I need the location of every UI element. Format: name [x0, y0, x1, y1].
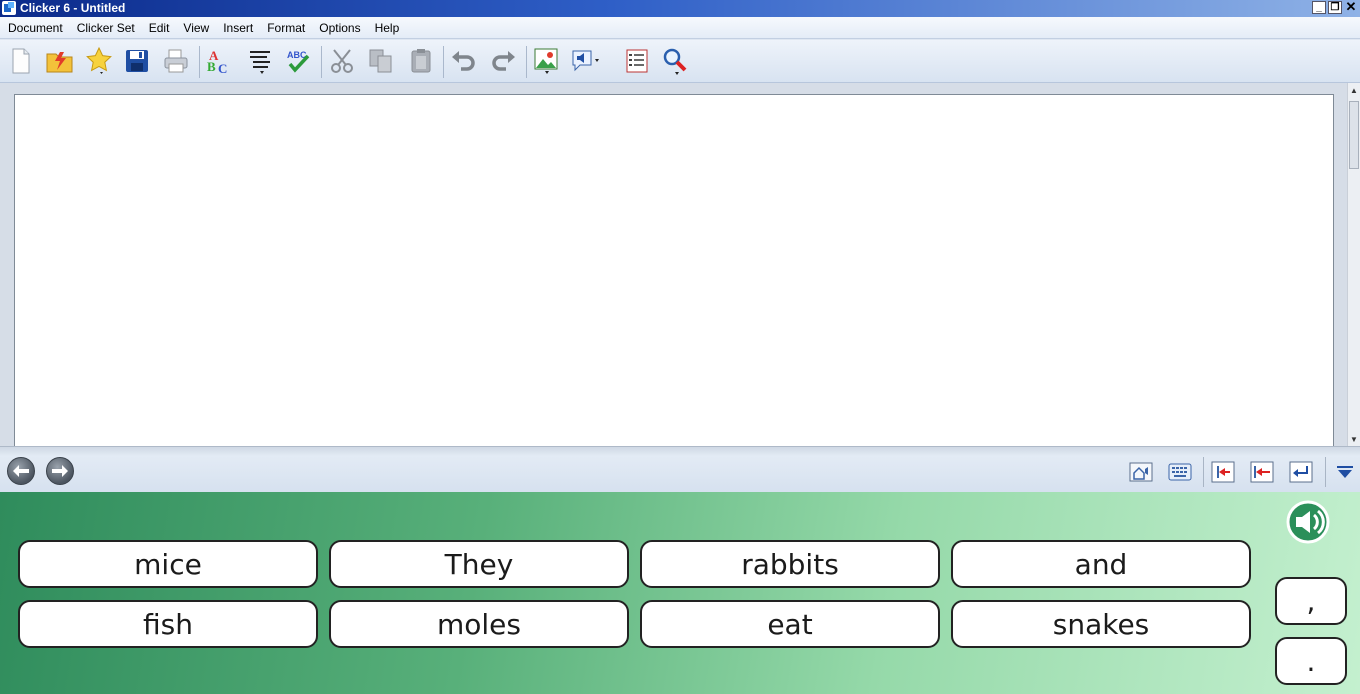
spelling-abc-icon[interactable]: ABC: [205, 46, 235, 76]
svg-text:C: C: [218, 61, 227, 75]
word-cell-they[interactable]: They: [329, 540, 629, 588]
punctuation-comma-cell[interactable]: ,: [1275, 577, 1347, 625]
new-document-icon[interactable]: [6, 46, 36, 76]
scroll-down-icon[interactable]: ▼: [1350, 435, 1358, 444]
word-cell-fish[interactable]: fish: [18, 600, 318, 648]
toolbar: ABC ABC: [0, 40, 1360, 83]
vertical-scrollbar[interactable]: ▲ ▼: [1347, 83, 1360, 446]
document-area: [0, 83, 1347, 449]
magnifier-icon[interactable]: [660, 46, 690, 76]
save-icon[interactable]: [122, 46, 152, 76]
menu-format[interactable]: Format: [267, 21, 305, 35]
menu-clicker-set[interactable]: Clicker Set: [77, 21, 135, 35]
svg-text:B: B: [207, 59, 216, 74]
menu-view[interactable]: View: [183, 21, 209, 35]
move-to-start-icon[interactable]: [1211, 461, 1235, 483]
speaker-icon[interactable]: [1285, 499, 1331, 545]
clicker-grid: [0, 492, 1360, 694]
scrollbar-thumb[interactable]: [1349, 101, 1359, 169]
new-line-icon[interactable]: [1289, 461, 1313, 483]
keyboard-icon[interactable]: [1168, 461, 1192, 483]
list-icon[interactable]: [622, 46, 652, 76]
word-cell-and[interactable]: and: [951, 540, 1251, 588]
word-cell-rabbits[interactable]: rabbits: [640, 540, 940, 588]
redo-icon[interactable]: [488, 46, 518, 76]
cut-icon[interactable]: [328, 46, 358, 76]
punctuation-period-cell[interactable]: .: [1275, 637, 1347, 685]
window-title: Clicker 6 - Untitled: [20, 1, 126, 15]
back-arrow-icon[interactable]: [7, 457, 35, 485]
print-icon[interactable]: [161, 46, 191, 76]
word-cell-moles[interactable]: moles: [329, 600, 629, 648]
speech-icon[interactable]: [571, 46, 601, 76]
picture-icon[interactable]: [532, 46, 562, 76]
home-sound-icon[interactable]: [1129, 461, 1153, 483]
scroll-up-icon[interactable]: ▲: [1350, 86, 1358, 95]
delete-word-icon[interactable]: [1250, 461, 1274, 483]
word-cell-eat[interactable]: eat: [640, 600, 940, 648]
restore-button[interactable]: ❐: [1328, 1, 1342, 14]
document-page[interactable]: [14, 94, 1334, 449]
copy-icon[interactable]: [366, 46, 396, 76]
word-cell-snakes[interactable]: snakes: [951, 600, 1251, 648]
window-controls: _ ❐ ✕: [1312, 0, 1358, 14]
forward-arrow-icon[interactable]: [46, 457, 74, 485]
app-icon: [2, 1, 16, 15]
favourites-star-icon[interactable]: [84, 46, 114, 76]
menu-document[interactable]: Document: [8, 21, 63, 35]
close-button[interactable]: ✕: [1344, 0, 1358, 14]
undo-icon[interactable]: [449, 46, 479, 76]
paste-icon[interactable]: [406, 46, 436, 76]
navigation-bar: [0, 446, 1360, 492]
spellcheck-abc-icon[interactable]: ABC: [284, 46, 314, 76]
minimize-button[interactable]: _: [1312, 1, 1326, 14]
collapse-arrow-icon[interactable]: [1333, 461, 1357, 483]
menu-help[interactable]: Help: [375, 21, 400, 35]
menu-insert[interactable]: Insert: [223, 21, 253, 35]
menu-options[interactable]: Options: [319, 21, 360, 35]
menu-bar: Document Clicker Set Edit View Insert Fo…: [0, 17, 1360, 39]
word-cell-mice[interactable]: mice: [18, 540, 318, 588]
text-lines-icon[interactable]: [245, 46, 275, 76]
menu-edit[interactable]: Edit: [149, 21, 170, 35]
open-folder-icon[interactable]: [45, 46, 75, 76]
title-bar: Clicker 6 - Untitled _ ❐ ✕: [0, 0, 1360, 17]
